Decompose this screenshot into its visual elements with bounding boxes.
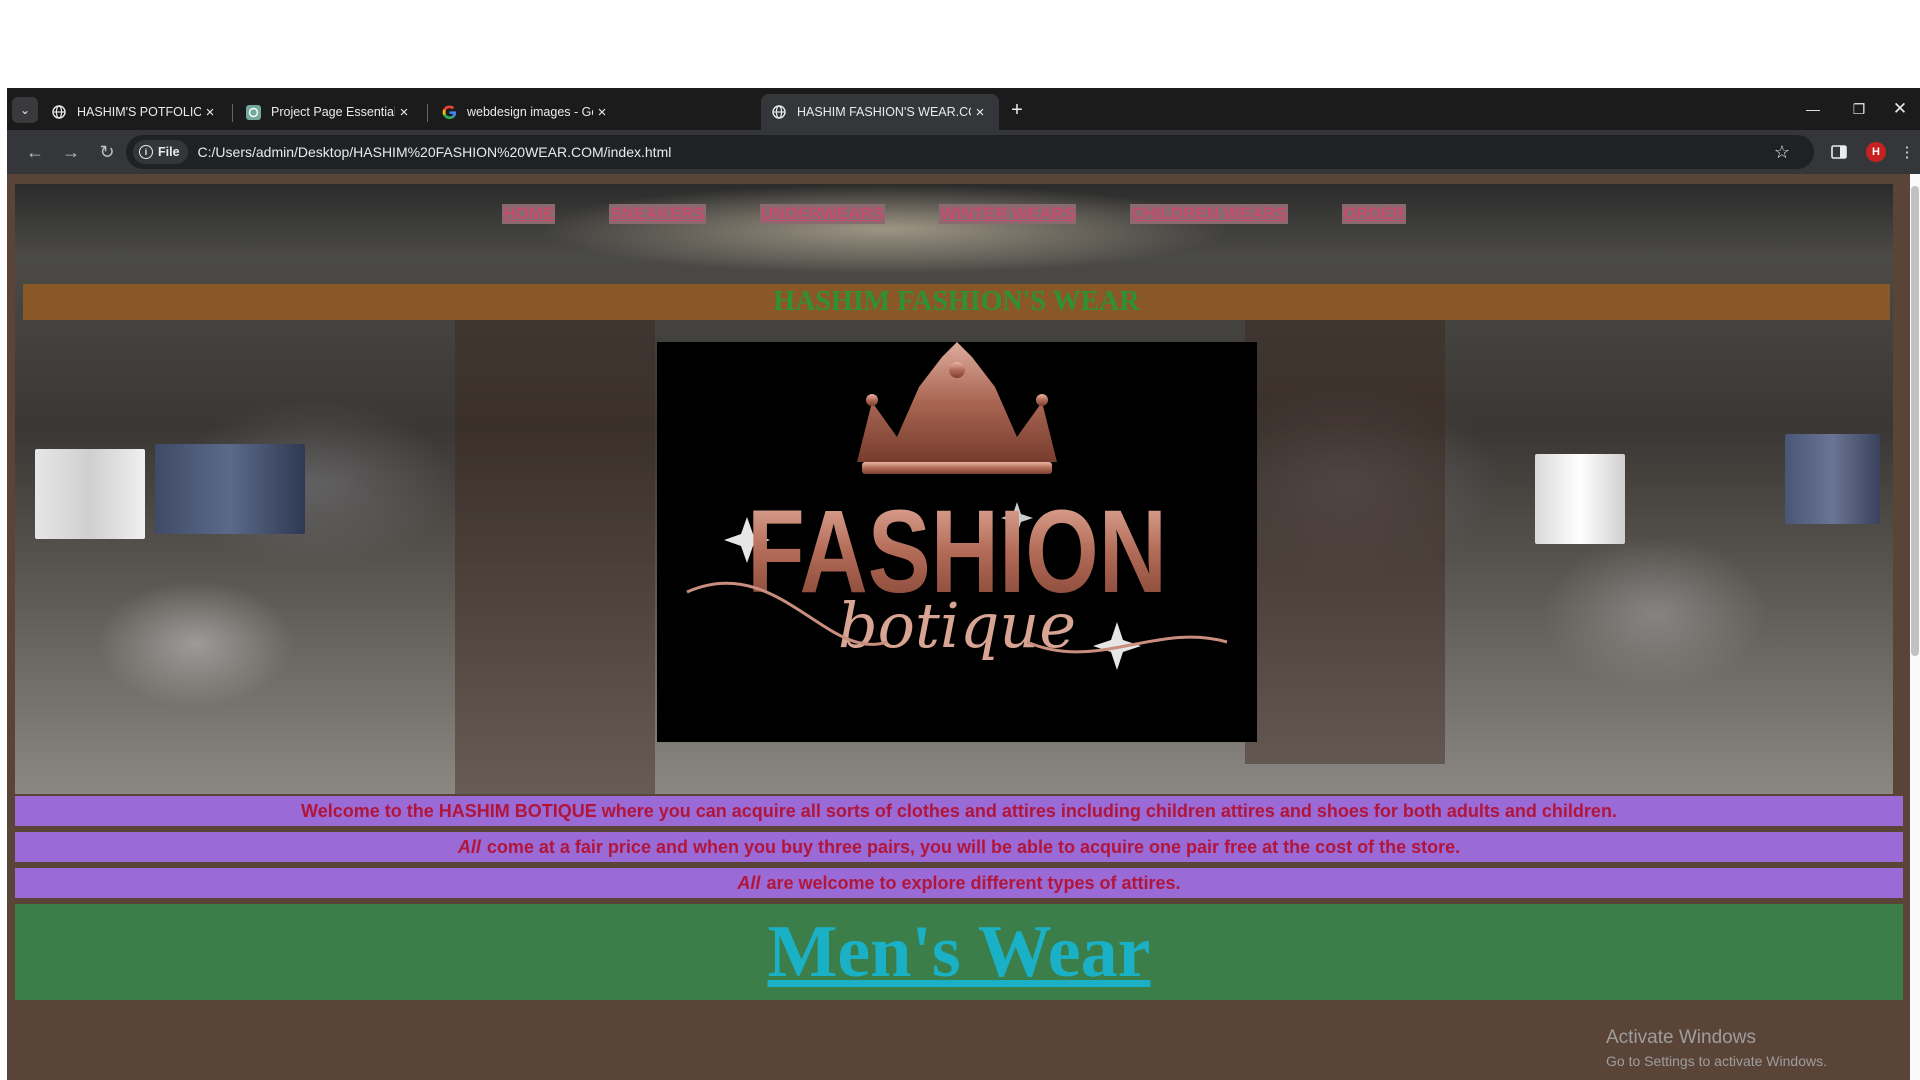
nav-link-underwears[interactable]: UNDERWEARS [759, 204, 886, 224]
close-icon[interactable]: × [971, 104, 989, 121]
info-text: are welcome to explore different types o… [766, 872, 1181, 893]
store-background-image: HOME SNEAKERS UNDERWEARS WINTER WEARS CH… [15, 184, 1893, 794]
nav-link-children-wears[interactable]: CHILDREN WEARS [1130, 204, 1289, 224]
crown-icon [857, 342, 1057, 474]
browser-window: ⌄ HASHIM'S POTFOLIO WEBSITE × Project Pa… [7, 88, 1920, 1080]
close-icon[interactable]: × [395, 104, 413, 121]
restore-icon[interactable]: ❐ [1836, 88, 1882, 130]
tab-google-search[interactable]: webdesign images - Google Se × [431, 94, 621, 130]
activate-windows-subtitle: Go to Settings to activate Windows. [1606, 1053, 1827, 1069]
tab-project-page[interactable]: Project Page Essentials × [235, 94, 423, 130]
info-emphasis: All [457, 836, 481, 857]
explore-message: All are welcome to explore different typ… [15, 868, 1903, 898]
tab-divider [427, 104, 428, 122]
side-panel-icon[interactable] [1827, 140, 1851, 164]
reload-icon[interactable]: ↻ [93, 138, 121, 166]
scrollbar-thumb[interactable] [1911, 186, 1919, 656]
nav-link-winter-wears[interactable]: WINTER WEARS [939, 204, 1077, 224]
site-info-chip[interactable]: i File [133, 140, 188, 164]
welcome-message: Welcome to the HASHIM BOTIQUE where you … [15, 796, 1903, 826]
address-bar[interactable]: i File C:/Users/admin/Desktop/HASHIM%20F… [126, 135, 1814, 169]
globe-icon [51, 104, 67, 120]
back-icon[interactable]: ← [21, 138, 49, 166]
activate-windows-title: Activate Windows [1606, 1027, 1756, 1048]
brand-title: HASHIM FASHION'S WEAR [773, 286, 1140, 317]
info-icon: i [139, 145, 153, 159]
info-emphasis: All [737, 872, 761, 893]
page-scrollbar[interactable] [1910, 174, 1920, 1080]
close-icon[interactable]: × [593, 104, 611, 121]
clothing-rack [1785, 434, 1880, 524]
brand-banner: HASHIM FASHION'S WEAR [23, 284, 1890, 320]
clothing-rack [1535, 454, 1625, 544]
mens-wear-section: Men's Wear [15, 904, 1903, 1000]
new-tab-button[interactable]: + [1003, 96, 1031, 124]
info-text: come at a fair price and when you buy th… [486, 836, 1461, 857]
tab-title: HASHIM'S POTFOLIO WEBSITE [77, 105, 201, 119]
menu-kebab-icon[interactable]: ⋮ [1899, 140, 1915, 164]
fashion-botique-logo: FASHION botique [657, 342, 1257, 742]
globe-icon [771, 104, 787, 120]
minimize-icon[interactable]: — [1790, 88, 1836, 130]
chatgpt-icon [245, 104, 261, 120]
profile-avatar[interactable]: H [1864, 140, 1888, 164]
tab-divider [232, 104, 233, 122]
close-window-icon[interactable]: ✕ [1877, 88, 1920, 130]
clothing-rack [35, 449, 145, 539]
main-nav: HOME SNEAKERS UNDERWEARS WINTER WEARS CH… [15, 204, 1893, 224]
nav-link-sneakers[interactable]: SNEAKERS [609, 204, 706, 224]
mannequin-area [455, 294, 655, 794]
ceiling-light [535, 184, 1235, 274]
page-viewport: HOME SNEAKERS UNDERWEARS WINTER WEARS CH… [7, 174, 1920, 1080]
bookmark-star-icon[interactable]: ☆ [1774, 142, 1790, 163]
tab-search-button[interactable]: ⌄ [12, 97, 38, 123]
logo-botique-text: botique [838, 589, 1076, 662]
tab-strip: ⌄ HASHIM'S POTFOLIO WEBSITE × Project Pa… [7, 88, 1920, 130]
nav-link-order[interactable]: ORDER [1342, 204, 1406, 224]
url-text[interactable]: C:/Users/admin/Desktop/HASHIM%20FASHION%… [198, 144, 672, 160]
tab-hashim-fashion[interactable]: HASHIM FASHION'S WEAR.COM × [761, 94, 999, 130]
tab-portfolio[interactable]: HASHIM'S POTFOLIO WEBSITE × [41, 94, 229, 130]
avatar: H [1866, 142, 1886, 162]
info-text: Welcome to the HASHIM BOTIQUE where you … [301, 800, 1617, 821]
forward-icon[interactable]: → [57, 138, 85, 166]
nav-link-home[interactable]: HOME [502, 204, 556, 224]
mens-wear-heading[interactable]: Men's Wear [768, 910, 1151, 995]
tab-title: HASHIM FASHION'S WEAR.COM [797, 105, 971, 119]
tab-title: webdesign images - Google Se [467, 105, 593, 119]
chip-label: File [158, 145, 180, 159]
clothing-rack [155, 444, 305, 534]
mannequin-area [1245, 294, 1445, 764]
pricing-message: All come at a fair price and when you bu… [15, 832, 1903, 862]
browser-toolbar: ← → ↻ i File C:/Users/admin/Desktop/HASH… [7, 130, 1920, 174]
tab-title: Project Page Essentials [271, 105, 395, 119]
close-icon[interactable]: × [201, 104, 219, 121]
google-icon [441, 104, 457, 120]
